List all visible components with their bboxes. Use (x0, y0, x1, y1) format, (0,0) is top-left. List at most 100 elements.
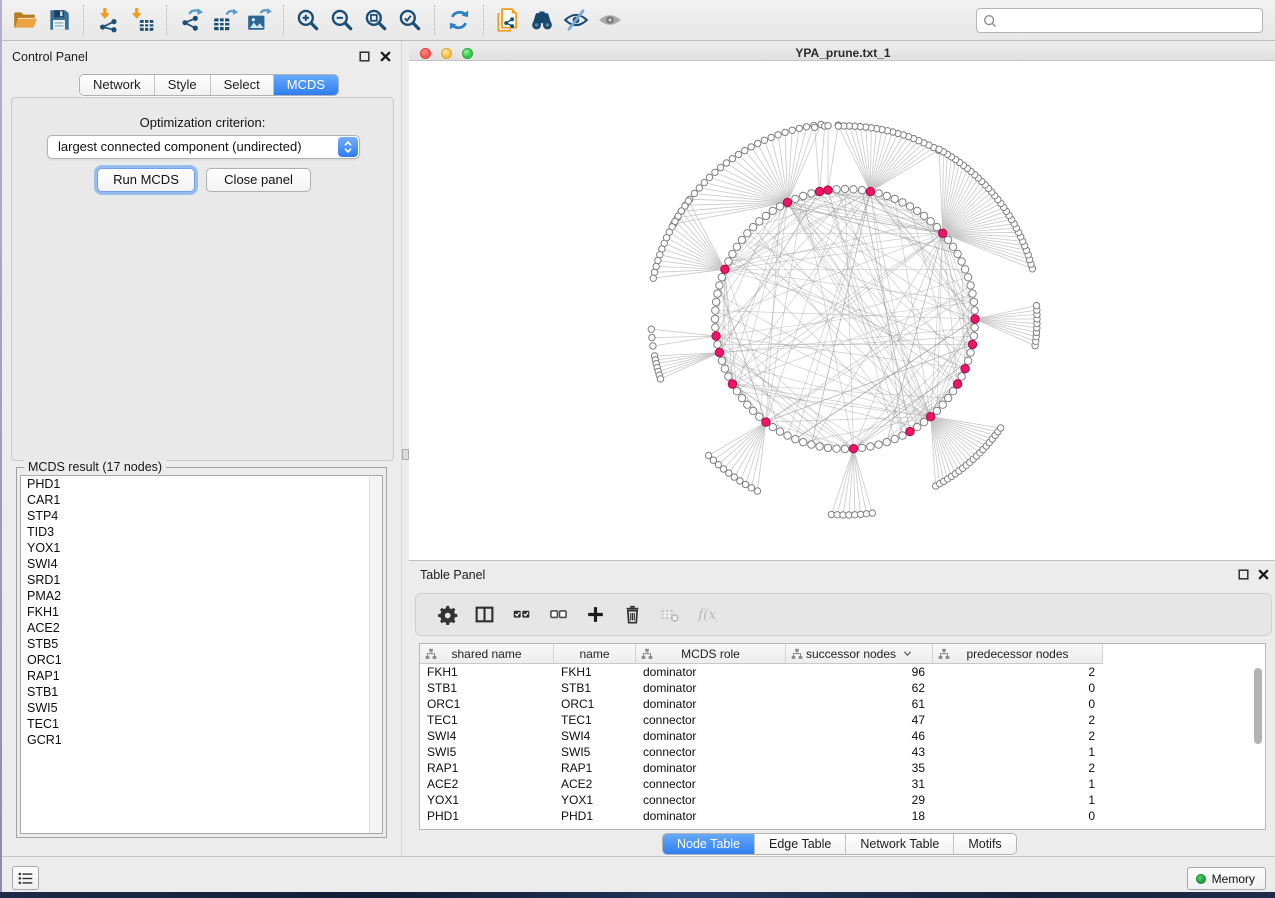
network-edge[interactable] (719, 353, 828, 448)
network-node[interactable] (967, 282, 974, 289)
mcds-result-item[interactable]: ACE2 (21, 620, 382, 636)
run-mcds-button[interactable]: Run MCDS (97, 168, 195, 192)
network-node[interactable] (725, 373, 732, 380)
table-row[interactable]: PHD1PHD1dominator180 (420, 808, 1103, 824)
network-node[interactable] (733, 388, 740, 395)
network-node[interactable] (744, 230, 751, 237)
cell-name[interactable]: PHD1 (554, 808, 636, 824)
column-header-shared-name[interactable]: shared name (420, 644, 554, 664)
network-edge[interactable] (931, 417, 959, 471)
network-edge[interactable] (651, 329, 716, 336)
mcds-result-item[interactable]: GCR1 (21, 732, 382, 748)
cell-MCDS-role[interactable]: connector (636, 744, 786, 760)
mcds-result-item[interactable]: STB1 (21, 684, 382, 700)
zoom-fit-button[interactable] (359, 3, 393, 37)
add-column-button[interactable] (577, 600, 614, 630)
leaf-node[interactable] (803, 124, 809, 130)
network-node[interactable] (712, 324, 719, 331)
table-settings-button[interactable] (429, 600, 466, 630)
mcds-result-item[interactable]: TID3 (21, 524, 382, 540)
network-edge[interactable] (870, 137, 908, 192)
zoom-in-button[interactable] (291, 3, 325, 37)
network-node[interactable] (939, 401, 946, 408)
cell-predecessor-nodes[interactable]: 2 (933, 664, 1103, 680)
cell-successor-nodes[interactable]: 46 (786, 728, 933, 744)
mcds-result-item[interactable]: CAR1 (21, 492, 382, 508)
network-node[interactable] (841, 185, 848, 192)
close-panel-button[interactable] (378, 49, 392, 63)
network-node[interactable] (933, 407, 940, 414)
mcds-dominator-node[interactable] (728, 380, 736, 388)
splitter-handle[interactable] (402, 449, 409, 460)
close-panel-action-button[interactable]: Close panel (206, 168, 311, 192)
network-graph[interactable] (409, 61, 1275, 561)
network-node[interactable] (875, 190, 882, 197)
network-node[interactable] (875, 441, 882, 448)
network-node[interactable] (883, 192, 890, 199)
mcds-list-scrollbar[interactable] (369, 476, 382, 833)
cell-shared-name[interactable]: FKH1 (420, 664, 554, 680)
cell-shared-name[interactable]: SWI4 (420, 728, 554, 744)
cell-predecessor-nodes[interactable]: 2 (933, 728, 1103, 744)
network-node[interactable] (833, 445, 840, 452)
cell-MCDS-role[interactable]: dominator (636, 760, 786, 776)
network-node[interactable] (729, 250, 736, 257)
network-node[interactable] (784, 432, 791, 439)
network-edge[interactable] (681, 211, 725, 269)
leaf-node[interactable] (691, 190, 697, 196)
network-node[interactable] (914, 423, 921, 430)
cell-successor-nodes[interactable]: 62 (786, 680, 933, 696)
network-node[interactable] (920, 212, 927, 219)
network-edge[interactable] (854, 449, 873, 513)
network-node[interactable] (749, 223, 756, 230)
network-edge[interactable] (724, 422, 766, 469)
cell-predecessor-nodes[interactable]: 1 (933, 776, 1103, 792)
network-node[interactable] (776, 203, 783, 210)
network-edge[interactable] (734, 422, 766, 477)
cell-predecessor-nodes[interactable]: 0 (933, 696, 1103, 712)
leaf-node[interactable] (731, 474, 737, 480)
mcds-result-list[interactable]: PHD1CAR1STP4TID3YOX1SWI4SRD1PMA2FKH1ACE2… (20, 475, 383, 834)
network-node[interactable] (808, 441, 815, 448)
column-layout-button[interactable] (466, 600, 503, 630)
cell-successor-nodes[interactable]: 18 (786, 808, 933, 824)
refresh-view-button[interactable] (442, 3, 476, 37)
network-node[interactable] (858, 444, 865, 451)
mcds-dominator-node[interactable] (968, 340, 976, 348)
cell-MCDS-role[interactable]: connector (636, 792, 786, 808)
leaf-node[interactable] (775, 132, 781, 138)
network-node[interactable] (964, 274, 971, 281)
network-node[interactable] (725, 258, 732, 265)
network-node[interactable] (933, 223, 940, 230)
network-node[interactable] (944, 394, 951, 401)
show-details-button[interactable] (593, 3, 627, 37)
network-node[interactable] (749, 407, 756, 414)
network-node[interactable] (824, 444, 831, 451)
leaf-node[interactable] (717, 164, 723, 170)
network-edge[interactable] (843, 449, 854, 515)
mcds-dominator-node[interactable] (906, 427, 914, 435)
cell-MCDS-role[interactable]: connector (636, 712, 786, 728)
leaf-node[interactable] (748, 485, 754, 491)
network-canvas[interactable] (409, 61, 1275, 561)
cell-name[interactable]: SWI4 (554, 728, 636, 744)
network-node[interactable] (964, 357, 971, 364)
network-node[interactable] (833, 186, 840, 193)
mcds-dominator-node[interactable] (762, 418, 770, 426)
tab-network[interactable]: Network (80, 75, 154, 95)
cell-MCDS-role[interactable]: dominator (636, 696, 786, 712)
table-row[interactable]: RAP1RAP1dominator352 (420, 760, 1103, 776)
network-edge[interactable] (931, 417, 990, 443)
cell-shared-name[interactable]: SWI5 (420, 744, 554, 760)
mcds-result-item[interactable]: FKH1 (21, 604, 382, 620)
network-node[interactable] (792, 195, 799, 202)
import-table-button[interactable] (125, 3, 159, 37)
zoom-selected-button[interactable] (393, 3, 427, 37)
table-row[interactable]: SWI5SWI5connector431 (420, 744, 1103, 760)
cell-shared-name[interactable]: ORC1 (420, 696, 554, 712)
network-node[interactable] (899, 199, 906, 206)
network-edge[interactable] (732, 384, 828, 448)
network-node[interactable] (867, 443, 874, 450)
network-node[interactable] (949, 388, 956, 395)
network-edge[interactable] (943, 200, 998, 234)
